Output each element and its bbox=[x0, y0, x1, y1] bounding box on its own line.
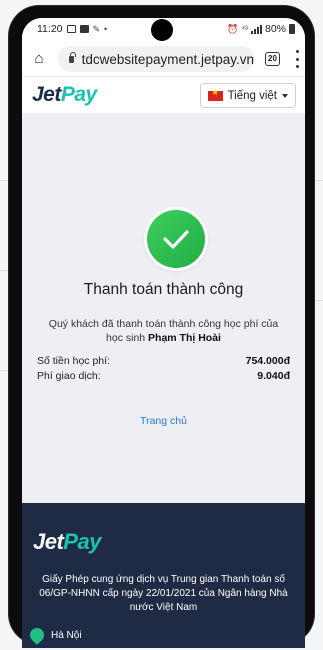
transaction-fee-label: Phí giao dịch: bbox=[37, 370, 101, 382]
front-camera bbox=[151, 19, 173, 41]
battery-percent: 80% bbox=[264, 23, 286, 35]
status-time: 11:20 bbox=[37, 23, 63, 35]
footer-logo: JetPay bbox=[33, 529, 101, 554]
app-notification-icon bbox=[79, 25, 89, 33]
battery-icon bbox=[289, 24, 295, 34]
jetpay-logo[interactable]: JetPay bbox=[32, 83, 97, 107]
chevron-down-icon bbox=[282, 93, 288, 98]
footer-address: Hà Nội bbox=[27, 625, 82, 645]
student-name: Phạm Thị Hoài bbox=[148, 332, 221, 344]
site-header: JetPay Tiếng việt bbox=[22, 77, 305, 114]
tool-icon: ✎ bbox=[92, 23, 101, 34]
address-bar[interactable]: tdcwebsitepayment.jetpay.vn bbox=[58, 46, 254, 72]
tabs-icon[interactable]: 20 bbox=[265, 52, 280, 66]
url-text: tdcwebsitepayment.jetpay.vn bbox=[81, 51, 254, 67]
location-pin-icon bbox=[27, 625, 47, 645]
transaction-fee-value: 9.040đ bbox=[257, 370, 290, 382]
phone-frame: 11:20 ✎ • ⏰ ⁴ᴳ 80% ⌂ tdcwebsitepayment.j… bbox=[9, 6, 314, 648]
status-bar: 11:20 ✎ • ⏰ ⁴ᴳ 80% bbox=[22, 18, 305, 42]
more-vert-icon[interactable] bbox=[294, 50, 300, 68]
language-selector[interactable]: Tiếng việt bbox=[199, 83, 296, 108]
network-icon: ⁴ᴳ bbox=[241, 25, 248, 33]
phone-screen: 11:20 ✎ • ⏰ ⁴ᴳ 80% ⌂ tdcwebsitepayment.j… bbox=[22, 18, 305, 648]
language-label: Tiếng việt bbox=[227, 89, 277, 102]
dot-icon: • bbox=[104, 24, 108, 34]
signal-icon bbox=[250, 24, 262, 34]
vietnam-flag-icon bbox=[207, 88, 223, 101]
fee-label: Số tiền học phí: bbox=[37, 355, 110, 367]
check-circle-icon bbox=[144, 207, 208, 271]
mail-icon bbox=[66, 25, 76, 33]
fee-row: Số tiền học phí: 754.000đ bbox=[37, 355, 290, 367]
payment-result-panel: Thanh toán thành công Quý khách đã thanh… bbox=[22, 113, 305, 503]
license-text: Giấy Phép cung ứng dịch vụ Trung gian Th… bbox=[39, 574, 288, 613]
home-link[interactable]: Trang chủ bbox=[22, 415, 305, 427]
result-title: Thanh toán thành công bbox=[83, 281, 244, 298]
browser-toolbar: ⌂ tdcwebsitepayment.jetpay.vn 20 bbox=[22, 42, 305, 77]
result-description: Quý khách đã thanh toán thành công học p… bbox=[48, 318, 279, 344]
transaction-fee-row: Phí giao dịch: 9.040đ bbox=[37, 370, 290, 382]
site-footer: JetPay Giấy Phép cung ứng dịch vụ Trung … bbox=[22, 503, 305, 648]
alarm-icon: ⏰ bbox=[227, 23, 239, 34]
home-icon[interactable]: ⌂ bbox=[31, 51, 47, 67]
lock-icon bbox=[69, 51, 76, 63]
fee-value: 754.000đ bbox=[245, 355, 290, 367]
address-text: Hà Nội bbox=[51, 629, 82, 641]
